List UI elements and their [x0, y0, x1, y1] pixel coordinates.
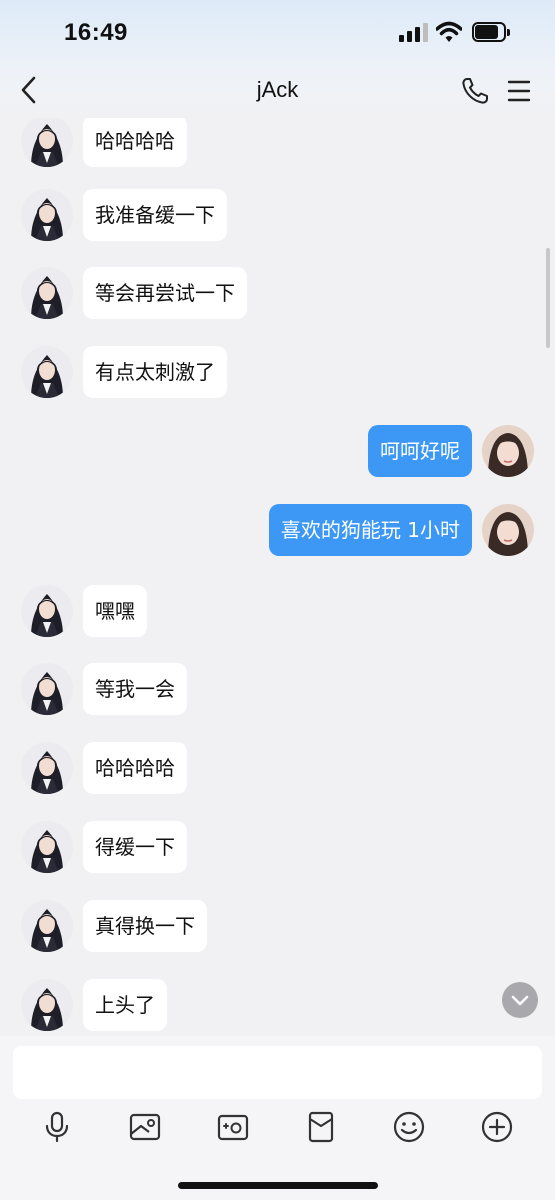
contact-avatar[interactable] [21, 267, 73, 319]
composer [0, 1036, 555, 1200]
incoming-message-bubble[interactable]: 等会再尝试一下 [83, 267, 247, 319]
message-row: 喜欢的狗能玩 1小时 [0, 504, 555, 556]
message-input[interactable] [13, 1046, 542, 1099]
camera-icon[interactable] [216, 1110, 250, 1144]
battery-icon [472, 22, 510, 42]
wifi-icon [436, 21, 462, 42]
contact-avatar[interactable] [21, 821, 73, 873]
incoming-message-bubble[interactable]: 我准备缓一下 [83, 189, 227, 241]
chevron-down-icon [511, 995, 529, 1006]
image-icon[interactable] [128, 1110, 162, 1144]
incoming-message-bubble[interactable]: 嘿嘿 [83, 585, 147, 637]
incoming-message-bubble[interactable]: 真得换一下 [83, 900, 207, 952]
message-row: 有点太刺激了 [0, 346, 555, 398]
message-row: 等我一会 [0, 663, 555, 715]
message-row: 上头了 [0, 979, 555, 1031]
contact-avatar[interactable] [21, 900, 73, 952]
message-row: 呵呵好呢 [0, 425, 555, 477]
microphone-icon[interactable] [40, 1110, 74, 1144]
message-row: 等会再尝试一下 [0, 267, 555, 319]
incoming-message-bubble[interactable]: 有点太刺激了 [83, 346, 227, 398]
phone-icon[interactable] [460, 76, 490, 106]
message-row: 嘿嘿 [0, 585, 555, 637]
message-row: 哈哈哈哈 [0, 118, 555, 167]
scroll-to-bottom-button[interactable] [502, 982, 538, 1018]
red-packet-icon[interactable] [304, 1110, 338, 1144]
my-avatar[interactable] [482, 504, 534, 556]
incoming-message-bubble[interactable]: 上头了 [83, 979, 167, 1031]
message-list[interactable]: 哈哈哈哈 我准备缓一下 等会再尝试一下 有点太刺激了 呵呵好呢 喜欢的狗能玩 1小时 嘿嘿等… [0, 118, 555, 1036]
incoming-message-bubble[interactable]: 哈哈哈哈 [83, 742, 187, 794]
chat-header: jAck [0, 64, 555, 118]
incoming-message-bubble[interactable]: 哈哈哈哈 [83, 118, 187, 167]
top-area: 16:49 jAck [0, 0, 555, 118]
emoji-icon[interactable] [392, 1110, 426, 1144]
message-row: 得缓一下 [0, 821, 555, 873]
incoming-message-bubble[interactable]: 得缓一下 [83, 821, 187, 873]
contact-avatar[interactable] [21, 979, 73, 1031]
message-row: 哈哈哈哈 [0, 742, 555, 794]
cellular-signal-icon [399, 22, 429, 42]
incoming-message-bubble[interactable]: 等我一会 [83, 663, 187, 715]
message-row: 真得换一下 [0, 900, 555, 952]
contact-avatar[interactable] [21, 742, 73, 794]
message-row: 我准备缓一下 [0, 189, 555, 241]
contact-avatar[interactable] [21, 189, 73, 241]
contact-avatar[interactable] [21, 118, 73, 167]
home-indicator[interactable] [178, 1182, 378, 1189]
outgoing-message-bubble[interactable]: 呵呵好呢 [368, 425, 472, 477]
status-time: 16:49 [64, 19, 128, 46]
status-bar: 16:49 [0, 0, 555, 64]
outgoing-message-bubble[interactable]: 喜欢的狗能玩 1小时 [268, 504, 472, 556]
my-avatar[interactable] [482, 425, 534, 477]
contact-avatar[interactable] [21, 585, 73, 637]
menu-icon[interactable] [507, 78, 531, 104]
contact-avatar[interactable] [21, 346, 73, 398]
contact-avatar[interactable] [21, 663, 73, 715]
plus-icon[interactable] [480, 1110, 514, 1144]
